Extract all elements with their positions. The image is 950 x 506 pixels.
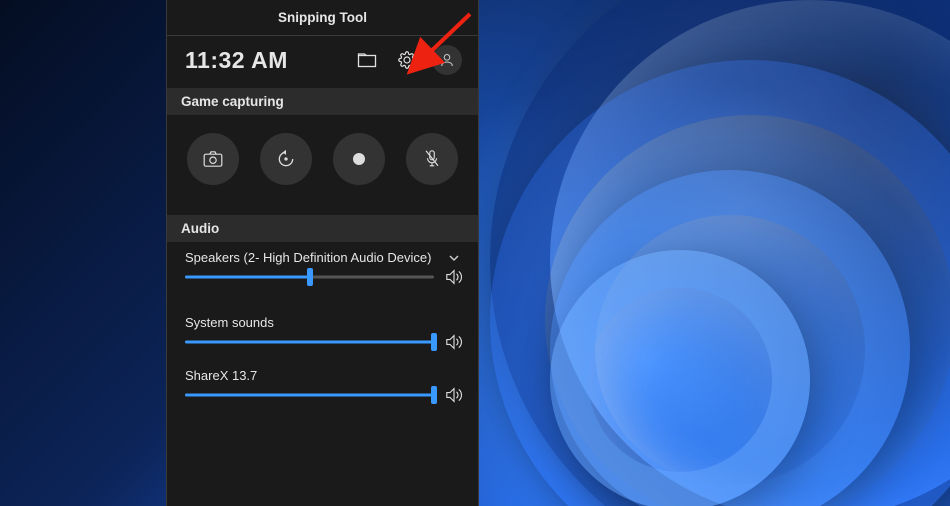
screenshot-button[interactable] xyxy=(187,133,239,185)
speaker-icon[interactable] xyxy=(444,387,464,403)
mixer-row: System sounds xyxy=(167,315,478,330)
person-icon xyxy=(439,52,455,68)
open-folder-button[interactable] xyxy=(352,45,382,75)
camera-icon xyxy=(203,151,223,167)
mixer-slider-row xyxy=(167,383,478,421)
account-button[interactable] xyxy=(432,45,462,75)
panel-titlebar: Snipping Tool xyxy=(167,0,478,36)
gear-icon xyxy=(398,51,416,69)
record-button[interactable] xyxy=(333,133,385,185)
settings-button[interactable] xyxy=(392,45,422,75)
rewind-icon xyxy=(276,149,296,169)
mixer-slider-row xyxy=(167,330,478,368)
volume-slider[interactable] xyxy=(185,269,434,285)
mixer-slider-row xyxy=(167,265,478,303)
mic-muted-icon xyxy=(423,149,441,169)
mic-toggle-button[interactable] xyxy=(406,133,458,185)
capture-buttons xyxy=(167,115,478,205)
mixer-label: System sounds xyxy=(185,315,460,330)
section-header-audio: Audio xyxy=(167,215,478,242)
clock: 11:32 AM xyxy=(185,47,342,74)
volume-slider[interactable] xyxy=(185,387,434,403)
panel-header: 11:32 AM xyxy=(167,36,478,84)
volume-slider[interactable] xyxy=(185,334,434,350)
record-last-button[interactable] xyxy=(260,133,312,185)
speaker-icon[interactable] xyxy=(444,269,464,285)
panel-title: Snipping Tool xyxy=(278,10,367,25)
speaker-icon[interactable] xyxy=(444,334,464,350)
gamebar-panel: Snipping Tool 11:32 AM Game capturing Au… xyxy=(166,0,479,506)
mixer-row[interactable]: Speakers (2- High Definition Audio Devic… xyxy=(167,246,478,265)
mixer-row: ShareX 13.7 xyxy=(167,368,478,383)
section-header-capture: Game capturing xyxy=(167,88,478,115)
mixer-label: Speakers (2- High Definition Audio Devic… xyxy=(185,250,440,265)
folder-icon xyxy=(358,53,376,67)
record-icon xyxy=(352,152,366,166)
mixer-label: ShareX 13.7 xyxy=(185,368,460,383)
chevron-down-icon xyxy=(448,252,460,264)
audio-mixers: Speakers (2- High Definition Audio Devic… xyxy=(167,242,478,421)
